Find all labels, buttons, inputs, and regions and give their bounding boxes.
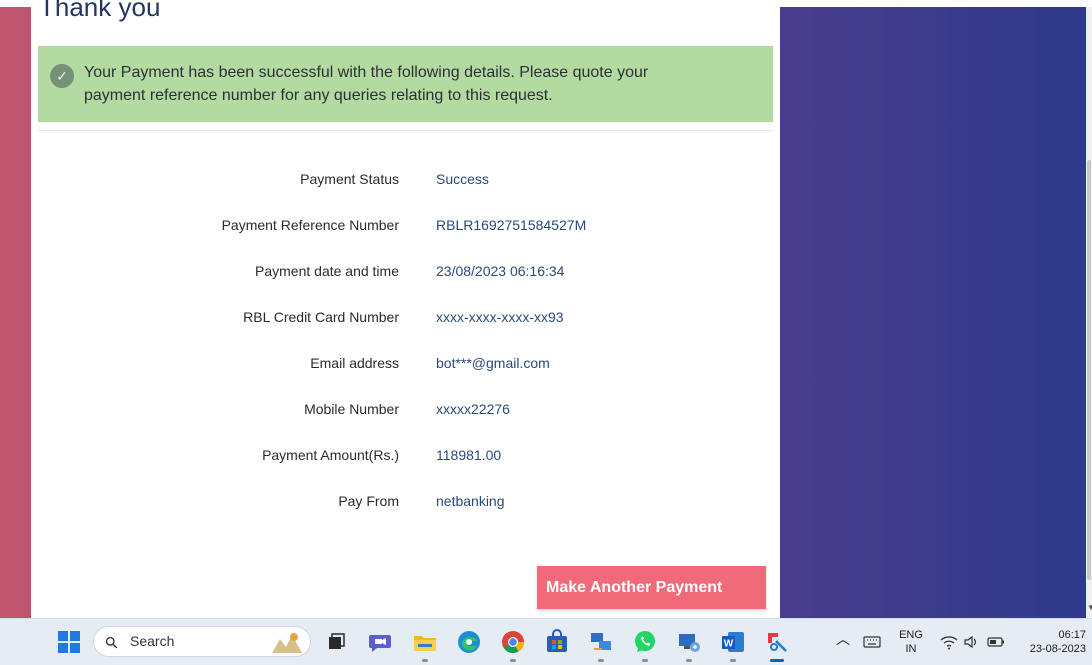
snipping-tool-icon[interactable] <box>764 629 790 655</box>
search-highlight-icon <box>272 633 302 653</box>
edge-icon[interactable] <box>456 629 482 655</box>
running-indicator <box>422 659 428 662</box>
remote-desktop-icon[interactable] <box>676 629 702 655</box>
alert-message: Your Payment has been successful with th… <box>84 64 649 104</box>
store-icon[interactable] <box>544 629 570 655</box>
detail-row-amount: Payment Amount(Rs.) 118981.00 <box>31 443 780 467</box>
page-title: Thank you <box>39 0 161 22</box>
svg-text:W: W <box>724 639 734 650</box>
detail-label: RBL Credit Card Number <box>243 309 399 325</box>
divider <box>38 130 773 131</box>
running-indicator <box>598 659 604 662</box>
language-code: ENG <box>899 629 923 641</box>
whatsapp-icon[interactable] <box>632 629 658 655</box>
chevron-up-icon[interactable]: ︿ <box>836 632 850 646</box>
detail-value: netbanking <box>436 493 505 509</box>
detail-label: Payment Reference Number <box>221 217 399 233</box>
region-code: IN <box>905 643 917 655</box>
start-icon[interactable] <box>56 629 82 655</box>
detail-row-email: Email address bot***@gmail.com <box>31 351 780 375</box>
clock-date: 23-08-2023 <box>1029 643 1086 655</box>
success-alert: ✓ Your Payment has been successful with … <box>38 46 773 122</box>
detail-value: xxxxx22276 <box>436 401 510 417</box>
network-app-icon[interactable] <box>588 629 614 655</box>
detail-value: Success <box>436 171 489 187</box>
task-view-icon[interactable] <box>323 629 349 655</box>
battery-icon[interactable] <box>986 633 1006 651</box>
detail-label: Mobile Number <box>304 401 399 417</box>
detail-row-mobile: Mobile Number xxxxx22276 <box>31 397 780 421</box>
detail-row-reference: Payment Reference Number RBLR16927515845… <box>31 213 780 237</box>
language-indicator[interactable]: ENG IN <box>896 628 926 656</box>
file-explorer-icon[interactable] <box>412 629 438 655</box>
running-indicator <box>642 659 648 662</box>
detail-label: Payment date and time <box>255 263 399 279</box>
payment-result-card: Thank you ✓ Your Payment has been succes… <box>31 0 780 618</box>
detail-value: 23/08/2023 06:16:34 <box>436 263 565 279</box>
running-indicator <box>510 659 516 662</box>
scrollbar-thumb[interactable] <box>1087 160 1091 580</box>
search-icon: ⚲ <box>102 633 123 654</box>
detail-label: Payment Status <box>300 171 399 187</box>
running-indicator <box>730 659 736 662</box>
clock-time: 06:17 <box>1058 629 1086 641</box>
scroll-down-arrow-icon[interactable]: ▼ <box>1087 604 1092 612</box>
taskbar: ⚲ Search W ︿ ENG IN 06:17 23-08-2023 <box>0 618 1092 665</box>
detail-row-card-number: RBL Credit Card Number xxxx-xxxx-xxxx-xx… <box>31 305 780 329</box>
clock[interactable]: 06:17 23-08-2023 <box>1016 628 1086 656</box>
detail-value: 118981.00 <box>436 447 502 463</box>
detail-label: Payment Amount(Rs.) <box>262 447 399 463</box>
check-icon: ✓ <box>50 64 74 88</box>
detail-label: Pay From <box>338 493 399 509</box>
running-indicator <box>686 659 692 662</box>
keyboard-icon[interactable] <box>862 632 882 652</box>
detail-label: Email address <box>310 355 399 371</box>
detail-row-status: Payment Status Success <box>31 167 780 191</box>
detail-row-pay-from: Pay From netbanking <box>31 489 780 513</box>
volume-icon[interactable] <box>962 633 980 651</box>
detail-value: RBLR1692751584527M <box>436 217 587 233</box>
make-another-payment-button[interactable]: Make Another Payment <box>537 566 766 609</box>
detail-row-datetime: Payment date and time 23/08/2023 06:16:3… <box>31 259 780 283</box>
wifi-icon[interactable] <box>939 633 959 651</box>
detail-value: bot***@gmail.com <box>436 355 550 371</box>
taskbar-search[interactable]: ⚲ Search <box>93 626 311 657</box>
active-indicator <box>770 659 784 662</box>
chrome-icon[interactable] <box>500 629 526 655</box>
word-icon[interactable]: W <box>720 629 746 655</box>
detail-value: xxxx-xxxx-xxxx-xx93 <box>436 309 564 325</box>
search-placeholder: Search <box>130 633 175 649</box>
meet-icon[interactable] <box>367 629 393 655</box>
